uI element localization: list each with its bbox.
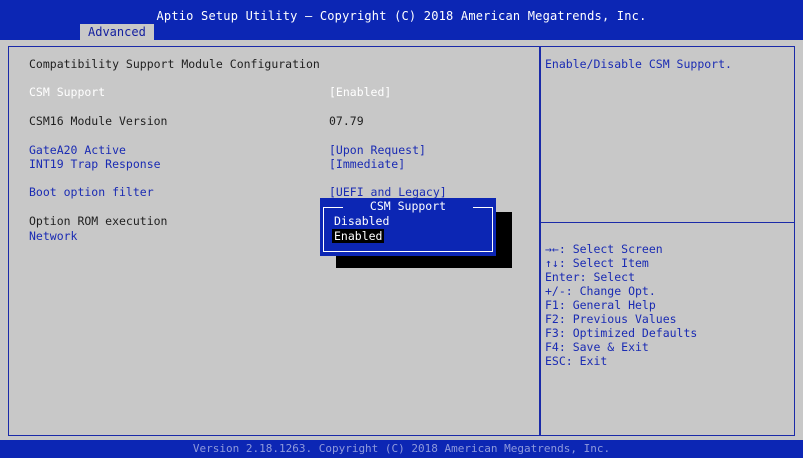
csm-support-label[interactable]: CSM Support [29,85,105,99]
gatea20-value[interactable]: [Upon Request] [329,143,426,157]
key-hint: F3: Optimized Defaults [545,326,698,340]
option-rom-execution-heading: Option ROM execution [29,214,168,228]
gatea20-label[interactable]: GateA20 Active [29,143,126,157]
key-hint: F1: General Help [545,298,656,312]
csm-support-value[interactable]: [Enabled] [329,85,391,99]
key-hint: ESC: Exit [545,354,608,368]
key-hint: ↑↓: Select Item [545,256,649,270]
header-bar: Aptio Setup Utility – Copyright (C) 2018… [0,0,803,40]
popup-option-disabled[interactable]: Disabled [334,214,389,228]
popup-title: CSM Support [369,199,447,213]
utility-title: Aptio Setup Utility – Copyright (C) 2018… [156,9,647,23]
help-description: Enable/Disable CSM Support. [545,57,732,71]
boot-option-filter-value[interactable]: [UEFI and Legacy] [329,185,447,199]
help-divider [541,222,794,223]
footer-version: Version 2.18.1263. Copyright (C) 2018 Am… [0,440,803,458]
section-heading: Compatibility Support Module Configurati… [29,57,320,71]
csm16-version-label: CSM16 Module Version [29,114,168,128]
key-hint: F4: Save & Exit [545,340,649,354]
key-hint: Enter: Select [545,270,636,284]
boot-option-filter-label[interactable]: Boot option filter [29,185,154,199]
csm-support-popup: CSM Support Disabled Enabled [320,198,496,256]
tab-advanced[interactable]: Advanced [80,24,154,40]
help-panel: Enable/Disable CSM Support. →←: Select S… [540,46,795,436]
network-label[interactable]: Network [29,229,77,243]
int19-label[interactable]: INT19 Trap Response [29,157,161,171]
int19-value[interactable]: [Immediate] [329,157,405,171]
popup-option-enabled[interactable]: Enabled [332,229,385,243]
key-hint: →←: Select Screen [545,242,663,256]
key-hint: F2: Previous Values [545,312,677,326]
csm16-version-value: 07.79 [329,114,364,128]
key-hint: +/-: Change Opt. [545,284,656,298]
